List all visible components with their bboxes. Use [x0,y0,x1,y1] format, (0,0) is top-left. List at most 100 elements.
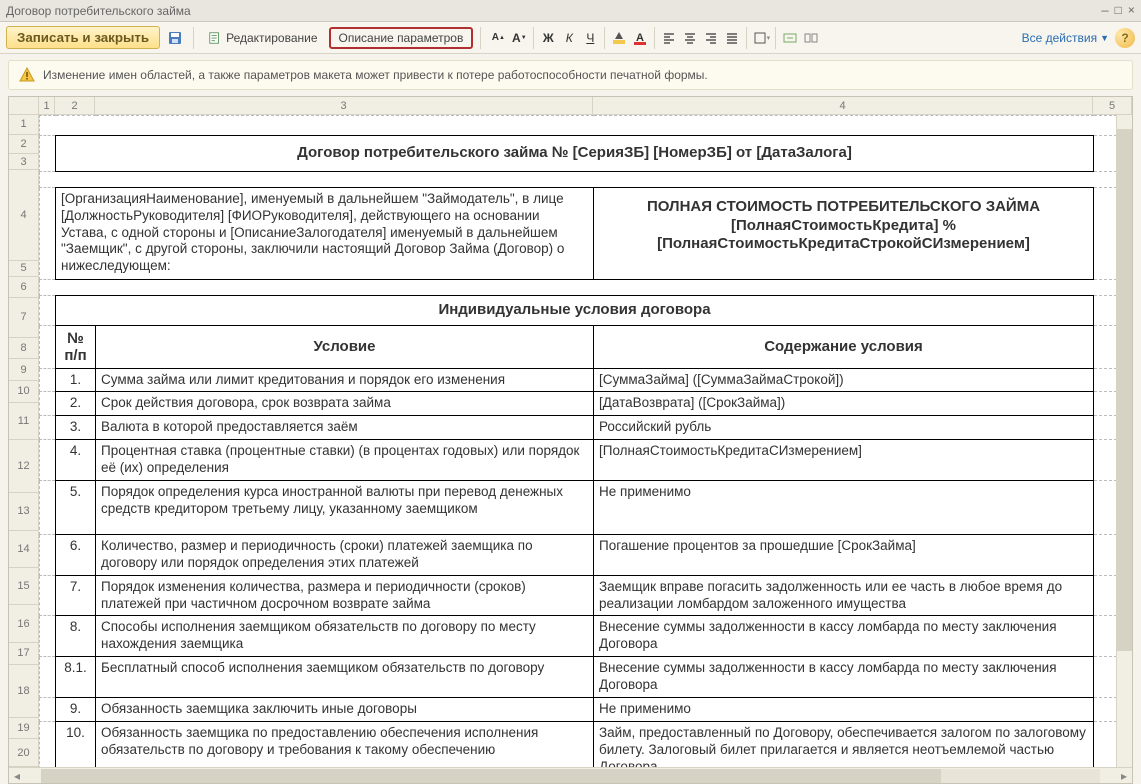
save-and-close-button[interactable]: Записать и закрыть [6,26,160,49]
row-header[interactable]: 5 [9,261,38,277]
condition-cell: Способы исполнения заемщиком обязательст… [96,616,594,657]
row-header[interactable]: 11 [9,403,38,440]
row-number: 3. [56,416,96,440]
row-header[interactable]: 18 [9,665,38,718]
row-header[interactable]: 12 [9,440,38,493]
row-header[interactable]: 8 [9,338,38,360]
loan-cost-cell: ПОЛНАЯ СТОИМОСТЬ ПОТРЕБИТЕЛЬСКОГО ЗАЙМА[… [594,187,1094,279]
warning-bar: Изменение имен областей, а также парамет… [8,60,1133,90]
param-desc-button[interactable]: Описание параметров [329,27,474,49]
font-size-down-icon[interactable]: A▼ [509,28,529,48]
row-number: 10. [56,721,96,767]
value-cell: Займ, предоставленный по Договору, обесп… [594,721,1094,767]
condition-cell: Процентная ставка (процентные ставки) (в… [96,440,594,481]
align-center-icon[interactable] [680,28,700,48]
edit-icon [208,31,222,45]
edit-mode-button[interactable]: Редактирование [201,27,324,49]
scroll-left-icon[interactable]: ◂ [9,769,25,783]
condition-cell: Количество, размер и периодичность (срок… [96,534,594,575]
condition-cell: Обязанность заемщика заключить иные дого… [96,697,594,721]
corner-cell[interactable] [9,97,39,114]
row-number: 8. [56,616,96,657]
table-row: 8. Способы исполнения заемщиком обязател… [40,616,1132,657]
sheet-content[interactable]: Договор потребительского займа № [СерияЗ… [39,115,1132,767]
value-cell: Не применимо [594,480,1094,534]
doc-title: Договор потребительского займа № [СерияЗ… [56,136,1094,172]
font-size-up-icon[interactable]: A▲ [488,28,508,48]
text-color-icon[interactable]: A [630,28,650,48]
merge-cells-icon[interactable] [780,28,800,48]
chevron-down-icon: ▼ [1100,33,1109,43]
underline-icon[interactable]: Ч [580,28,600,48]
row-header[interactable]: 4 [9,170,38,261]
row-header[interactable]: 17 [9,643,38,665]
row-number: 4. [56,440,96,481]
col-header-4[interactable]: 4 [593,97,1093,114]
value-cell: Внесение суммы задолженности в кассу лом… [594,616,1094,657]
table-row: 10. Обязанность заемщика по предоставлен… [40,721,1132,767]
col-header-3[interactable]: 3 [95,97,593,114]
value-cell: Заемщик вправе погасить задолженность ил… [594,575,1094,616]
col-header-2[interactable]: 2 [55,97,95,114]
row-number: 7. [56,575,96,616]
column-headers: 1 2 3 4 5 [9,97,1132,115]
row-header[interactable]: 7 [9,298,38,337]
bg-color-icon[interactable] [609,28,629,48]
value-cell: Внесение суммы задолженности в кассу лом… [594,657,1094,698]
scroll-right-icon[interactable]: ▸ [1116,769,1132,783]
row-header[interactable]: 1 [9,115,38,135]
value-cell: Не применимо [594,697,1094,721]
save-button[interactable] [164,27,186,49]
col-header-5[interactable]: 5 [1093,97,1132,114]
value-cell: Погашение процентов за прошедшие [СрокЗа… [594,534,1094,575]
format-toolbar: A▲ A▼ Ж К Ч A ▾ [488,27,821,49]
th-condition: Условие [96,325,594,368]
maximize-icon[interactable]: □ [1115,4,1122,18]
vertical-scrollbar[interactable] [1116,115,1132,767]
table-row: 6. Количество, размер и периодичность (с… [40,534,1132,575]
table-row: 8.1. Бесплатный способ исполнения заемщи… [40,657,1132,698]
horizontal-scrollbar[interactable]: ◂ ▸ [9,767,1132,783]
row-header[interactable]: 3 [9,154,38,170]
row-header[interactable]: 20 [9,739,38,767]
window-titlebar: Договор потребительского займа — □ × [0,0,1141,22]
row-header[interactable]: 15 [9,568,38,605]
align-left-icon[interactable] [659,28,679,48]
row-number: 9. [56,697,96,721]
table-row: 5. Порядок определения курса иностранной… [40,480,1132,534]
row-number: 2. [56,392,96,416]
condition-cell: Сумма займа или лимит кредитования и пор… [96,368,594,392]
row-header[interactable]: 2 [9,135,38,155]
minimize-icon[interactable]: — [1101,4,1108,18]
row-header[interactable]: 14 [9,531,38,568]
warning-icon [19,67,35,83]
table-row: 7. Порядок изменения количества, размера… [40,575,1132,616]
table-row: 4. Процентная ставка (процентные ставки)… [40,440,1132,481]
row-header[interactable]: 9 [9,359,38,381]
all-actions-menu[interactable]: Все действия ▼ [1022,31,1109,45]
help-button[interactable]: ? [1115,28,1135,48]
row-header[interactable]: 16 [9,605,38,642]
table-row: 1. Сумма займа или лимит кредитования и … [40,368,1132,392]
italic-icon[interactable]: К [559,28,579,48]
condition-cell: Порядок определения курса иностранной ва… [96,480,594,534]
align-right-icon[interactable] [701,28,721,48]
row-header[interactable]: 13 [9,493,38,530]
borders-icon[interactable]: ▾ [751,28,771,48]
split-cells-icon[interactable] [801,28,821,48]
row-header[interactable]: 10 [9,381,38,403]
window-title: Договор потребительского займа [6,4,1101,18]
row-number: 5. [56,480,96,534]
row-header[interactable]: 6 [9,277,38,299]
align-justify-icon[interactable] [722,28,742,48]
section-title: Индивидуальные условия договора [56,295,1094,325]
bold-icon[interactable]: Ж [538,28,558,48]
row-header[interactable]: 19 [9,718,38,740]
spreadsheet: 1 2 3 4 5 123456789101112131415161718192… [8,96,1133,784]
value-cell: Российский рубль [594,416,1094,440]
warning-text: Изменение имен областей, а также парамет… [43,68,708,82]
preamble-cell: [ОрганизацияНаименование], именуемый в д… [56,187,594,279]
col-header-1[interactable]: 1 [39,97,55,114]
condition-cell: Срок действия договора, срок возврата за… [96,392,594,416]
close-icon[interactable]: × [1128,4,1135,18]
